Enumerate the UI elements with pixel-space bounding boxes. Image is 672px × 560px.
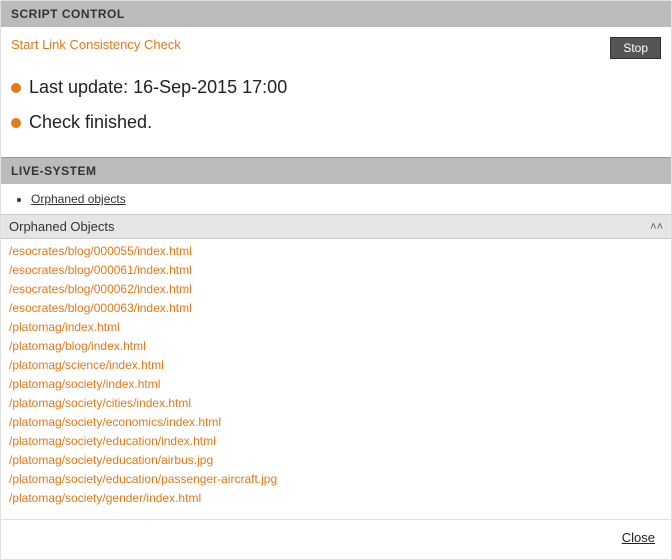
list-item: /esocrates/blog/000061/index.html [9,260,663,279]
orphaned-object-link[interactable]: /esocrates/blog/000055/index.html [9,244,192,258]
list-item: /esocrates/blog/000062/index.html [9,279,663,298]
orphaned-objects-list: /esocrates/blog/000055/index.html/esocra… [1,239,671,513]
orphaned-object-link[interactable]: /platomag/society/economics/index.html [9,415,221,429]
close-link[interactable]: Close [622,530,655,545]
status-finished: Check finished. [11,112,661,133]
orphaned-object-link[interactable]: /esocrates/blog/000063/index.html [9,301,192,315]
script-control-body: Start Link Consistency Check Stop Last u… [1,27,671,157]
bullet-icon [11,83,21,93]
list-item: /platomag/society/gender/index.html [9,488,663,507]
list-item: /platomag/society/cities/index.html [9,393,663,412]
orphaned-object-link[interactable]: /platomag/society/gender/index.html [9,491,201,505]
orphaned-objects-link[interactable]: Orphaned objects [31,192,661,206]
orphaned-object-link[interactable]: /platomag/society/education/passenger-ai… [9,472,277,486]
list-item: /esocrates/blog/000055/index.html [9,241,663,260]
status-finished-text: Check finished. [29,112,152,133]
list-item: /platomag/society/education/airbus.jpg [9,450,663,469]
orphaned-table-header: Orphaned Objects ˄˄ [1,214,671,239]
orphaned-object-link[interactable]: /platomag/society/index.html [9,377,160,391]
collapse-icon[interactable]: ˄˄ [650,221,663,233]
orphaned-object-link[interactable]: /esocrates/blog/000062/index.html [9,282,192,296]
list-item: /platomag/society/index.html [9,374,663,393]
list-item: /platomag/science/index.html [9,355,663,374]
bullet-icon [11,118,21,128]
start-link[interactable]: Start Link Consistency Check [11,37,181,52]
orphaned-table-title: Orphaned Objects [9,219,115,234]
orphaned-object-link[interactable]: /platomag/science/index.html [9,358,164,372]
orphaned-object-link[interactable]: /platomag/society/education/index.html [9,434,216,448]
orphaned-object-link[interactable]: /platomag/society/cities/index.html [9,396,191,410]
stop-button[interactable]: Stop [610,37,661,59]
live-system-nav: Orphaned objects [1,184,671,214]
list-item: /platomag/blog/index.html [9,336,663,355]
status-last-update: Last update: 16-Sep-2015 17:00 [11,77,661,98]
list-item: /platomag/society/education/index.html [9,431,663,450]
orphaned-object-link[interactable]: /platomag/blog/index.html [9,339,146,353]
list-item: /platomag/society/economics/index.html [9,412,663,431]
live-system-header: LIVE-SYSTEM [1,157,671,184]
orphaned-object-link[interactable]: /esocrates/blog/000061/index.html [9,263,192,277]
footer: Close [1,519,671,559]
script-control-header: SCRIPT CONTROL [1,1,671,27]
list-item: /esocrates/blog/000063/index.html [9,298,663,317]
orphaned-object-link[interactable]: /platomag/index.html [9,320,120,334]
orphaned-object-link[interactable]: /platomag/society/education/airbus.jpg [9,453,213,467]
list-item: /platomag/index.html [9,317,663,336]
list-item: /platomag/society/education/passenger-ai… [9,469,663,488]
main-panel: SCRIPT CONTROL Start Link Consistency Ch… [0,0,672,560]
status-update-text: Last update: 16-Sep-2015 17:00 [29,77,287,98]
control-row: Start Link Consistency Check Stop [11,37,661,59]
